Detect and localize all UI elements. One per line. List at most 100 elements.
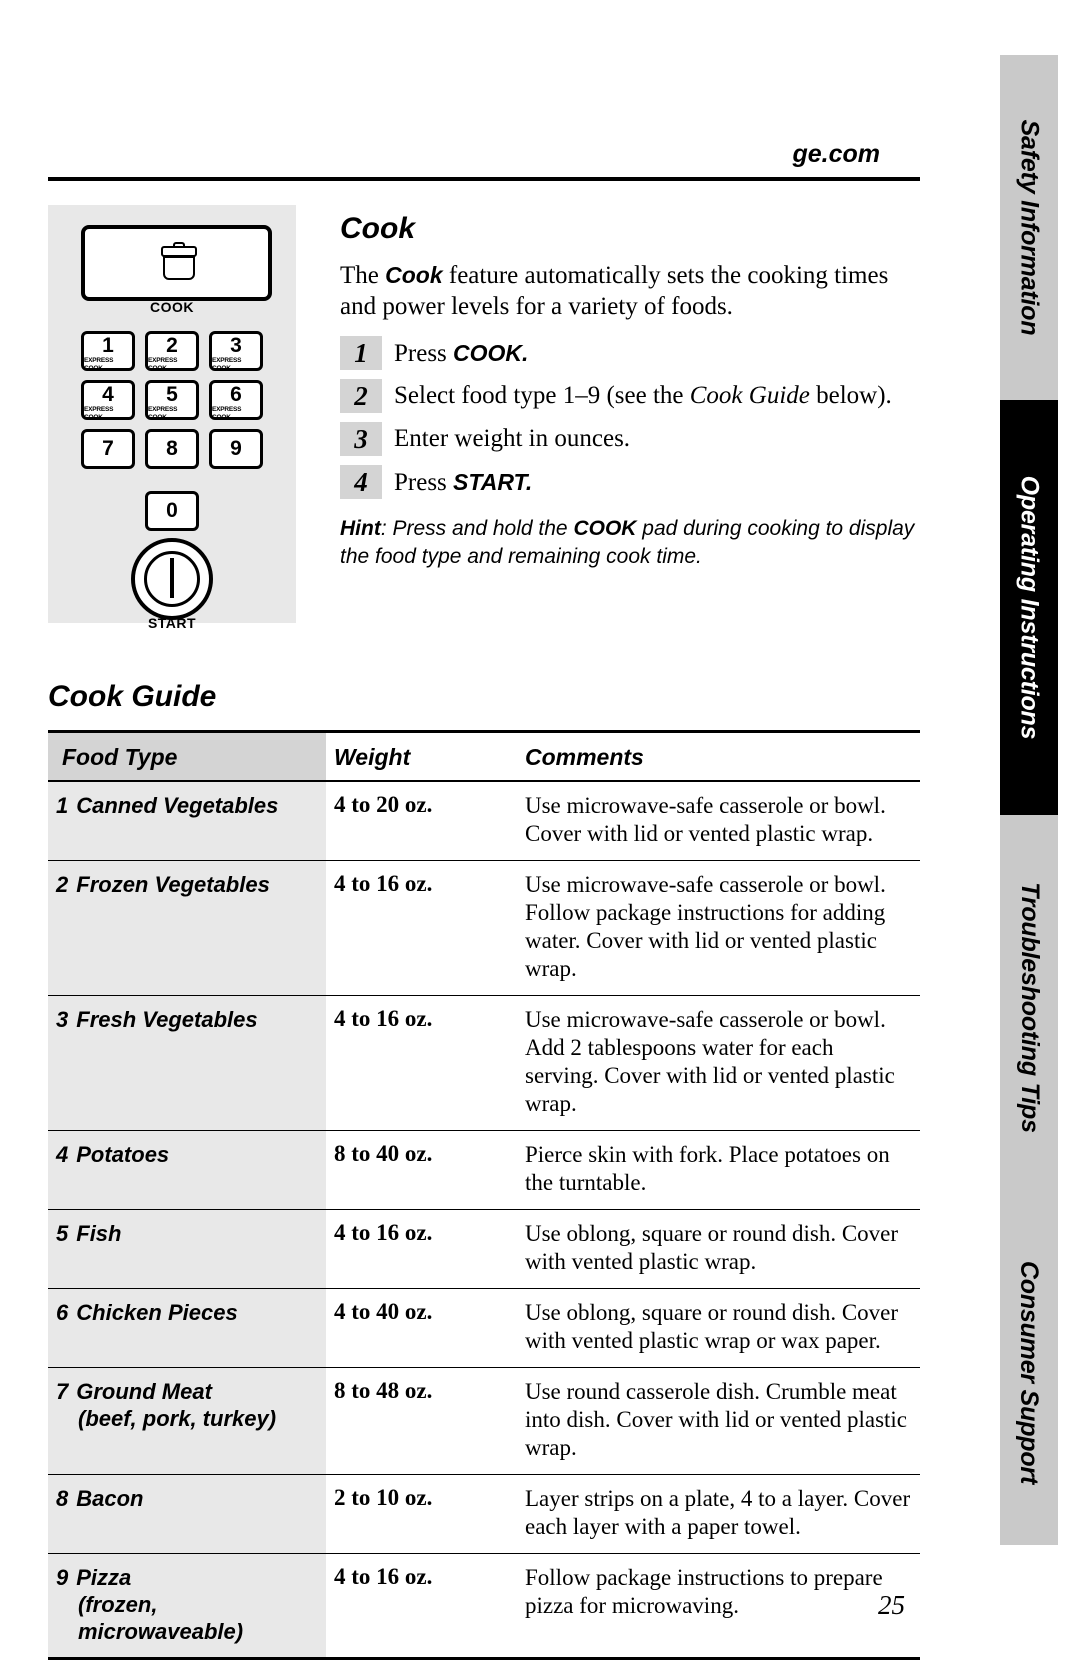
- control-panel-illustration: COOK 1 EXPRESS COOK 2 EXPRESS COOK 3 EXPRESS …: [48, 205, 296, 631]
- cell-weight: 4 to 16 oz.: [326, 1553, 517, 1660]
- cell-weight: 4 to 16 oz.: [326, 1209, 517, 1289]
- keypad-key-6[interactable]: 6 EXPRESS COOK: [209, 380, 263, 421]
- column-header-comments: Comments: [517, 730, 920, 782]
- cook-step-text: Enter weight in ounces.: [394, 422, 630, 454]
- table-row: 1 Canned Vegetables 4 to 20 oz. Use microwa…: [48, 781, 920, 861]
- food-type-name: Bacon: [76, 1486, 144, 1511]
- section-tab-safety-information[interactable]: Safety Information: [1000, 55, 1058, 400]
- keypad-key-9[interactable]: 9: [209, 429, 263, 469]
- food-type-name: Canned Vegetables: [76, 793, 279, 818]
- cook-instructions: Cook The Cook feature automatically sets…: [340, 212, 920, 571]
- cook-step-number: 1: [340, 336, 382, 370]
- cook-step-text-pre: Press: [394, 469, 454, 496]
- site-url: ge.com: [792, 140, 880, 168]
- keypad-row-zero: 0: [145, 491, 199, 531]
- cell-comments: Use oblong, square or round dish. Cover …: [517, 1288, 920, 1368]
- hint-pad-name: COOK: [573, 517, 637, 540]
- start-knob-button[interactable]: [131, 538, 213, 620]
- food-type-index: 5: [56, 1221, 69, 1246]
- keypad-key-sublabel: EXPRESS COOK: [148, 406, 178, 421]
- food-type-index: 8: [56, 1486, 69, 1511]
- food-type-index: 1: [56, 793, 69, 818]
- cook-step-text-pre: Enter weight in ounces.: [394, 425, 631, 452]
- cell-weight: 4 to 16 oz.: [326, 860, 517, 996]
- cook-guide-table: Food Type Weight Comments 1 Canned Vegeta…: [48, 730, 920, 1660]
- keypad-row-3: 7 8 9: [81, 429, 263, 469]
- cook-step-2: 2 Select food type 1–9 (see the Cook Guid…: [340, 379, 920, 413]
- table-row: 7 Ground Meat (beef, pork, turkey) 8 to 48 …: [48, 1367, 920, 1475]
- table-row: 6 Chicken Pieces 4 to 40 oz. Use oblong, sq…: [48, 1288, 920, 1368]
- cook-step-number: 4: [340, 465, 382, 499]
- cell-comments: Use microwave-safe casserole or bowl. Co…: [517, 781, 920, 861]
- cell-weight: 8 to 40 oz.: [326, 1130, 517, 1210]
- keypad-key-number: 1: [102, 334, 114, 357]
- cell-food-type: 7 Ground Meat (beef, pork, turkey): [48, 1367, 326, 1475]
- cell-comments: Use oblong, square or round dish. Cover …: [517, 1209, 920, 1289]
- cell-food-type: 1 Canned Vegetables: [48, 781, 326, 861]
- keypad-key-sublabel: EXPRESS COOK: [212, 406, 242, 421]
- cell-comments: Use round casserole dish. Crumble meat i…: [517, 1367, 920, 1475]
- keypad-key-2[interactable]: 2 EXPRESS COOK: [145, 331, 199, 372]
- cell-food-type: 9 Pizza (frozen, microwaveable): [48, 1553, 326, 1660]
- section-tab-troubleshooting-tips[interactable]: Troubleshooting Tips: [1000, 815, 1058, 1200]
- keypad-key-1[interactable]: 1 EXPRESS COOK: [81, 331, 135, 372]
- food-type-name: Potatoes: [76, 1142, 170, 1167]
- cook-step-text-reference: Cook Guide: [689, 382, 810, 409]
- cell-weight: 4 to 16 oz.: [326, 995, 517, 1131]
- table-row: 9 Pizza (frozen, microwaveable) 4 to 16 oz.…: [48, 1553, 920, 1660]
- cook-step-1: 1 Press COOK.: [340, 336, 920, 370]
- cell-weight: 2 to 10 oz.: [326, 1474, 517, 1554]
- cook-guide-head: Food Type Weight Comments: [48, 730, 920, 782]
- start-label: START: [147, 615, 197, 631]
- cook-step-number: 2: [340, 379, 382, 413]
- food-type-index: 3: [56, 1007, 69, 1032]
- cook-heading: Cook: [340, 212, 415, 245]
- cook-step-4: 4 Press START.: [340, 465, 920, 499]
- cook-step-text-pre: Press: [394, 340, 454, 367]
- start-knob-inner: [144, 551, 200, 607]
- cell-weight: 4 to 40 oz.: [326, 1288, 517, 1368]
- food-type-name: Chicken Pieces: [76, 1300, 238, 1325]
- table-row: 8 Bacon 2 to 10 oz. Layer strips on a plate…: [48, 1474, 920, 1554]
- table-row: 5 Fish 4 to 16 oz. Use oblong, square or ro…: [48, 1209, 920, 1289]
- keypad-key-number: 0: [166, 499, 178, 522]
- keypad-key-5[interactable]: 5 EXPRESS COOK: [145, 380, 199, 421]
- keypad-key-sublabel: EXPRESS COOK: [84, 357, 114, 372]
- cook-steps-list: 1 Press COOK. 2 Select food type 1–9 (see t…: [340, 336, 920, 499]
- cook-step-text-tail: below).: [809, 382, 892, 409]
- cell-weight: 8 to 48 oz.: [326, 1367, 517, 1475]
- keypad-key-7[interactable]: 7: [81, 429, 135, 469]
- table-header-row: Food Type Weight Comments: [48, 730, 920, 782]
- section-tab-operating-instructions[interactable]: Operating Instructions: [1000, 400, 1058, 815]
- cell-comments: Layer strips on a plate, 4 to a layer. C…: [517, 1474, 920, 1554]
- cook-step-text: Press START.: [394, 465, 532, 498]
- food-type-name: Ground Meat: [76, 1379, 212, 1404]
- food-type-subtext: (frozen, microwaveable): [78, 1592, 244, 1644]
- cell-food-type: 8 Bacon: [48, 1474, 326, 1554]
- food-type-index: 4: [56, 1142, 69, 1167]
- table-row: 3 Fresh Vegetables 4 to 16 oz. Use microwav…: [48, 995, 920, 1131]
- cook-step-text: Press COOK.: [394, 336, 528, 369]
- keypad-key-3[interactable]: 3 EXPRESS COOK: [209, 331, 263, 372]
- keypad-key-0[interactable]: 0: [145, 491, 199, 531]
- section-tab-consumer-support[interactable]: Consumer Support: [1000, 1200, 1058, 1545]
- keypad-key-sublabel: EXPRESS COOK: [148, 357, 178, 372]
- keypad-row-2: 4 EXPRESS COOK 5 EXPRESS COOK 6 EXPRESS COOK: [81, 380, 263, 421]
- keypad-key-number: 5: [166, 383, 178, 406]
- table-row: 2 Frozen Vegetables 4 to 16 oz. Use microwa…: [48, 860, 920, 996]
- section-tab-label: Consumer Support: [1015, 1260, 1044, 1485]
- cook-step-text: Select food type 1–9 (see the Cook Guide…: [394, 379, 892, 411]
- column-header-food-type: Food Type: [48, 730, 326, 782]
- hint-pre: : Press and hold the: [380, 517, 574, 540]
- cook-step-text-pre: Select food type 1–9 (see the: [394, 382, 690, 409]
- cook-pad-button[interactable]: [81, 225, 272, 301]
- cell-food-type: 2 Frozen Vegetables: [48, 860, 326, 996]
- cook-step-number: 3: [340, 422, 382, 456]
- cell-weight: 4 to 20 oz.: [326, 781, 517, 861]
- keypad-key-sublabel: EXPRESS COOK: [84, 406, 114, 421]
- keypad-key-8[interactable]: 8: [145, 429, 199, 469]
- food-type-subtext: (beef, pork, turkey): [78, 1406, 277, 1431]
- keypad-key-4[interactable]: 4 EXPRESS COOK: [81, 380, 135, 421]
- section-tab-label: Operating Instructions: [1015, 475, 1044, 740]
- keypad-key-number: 3: [230, 334, 242, 357]
